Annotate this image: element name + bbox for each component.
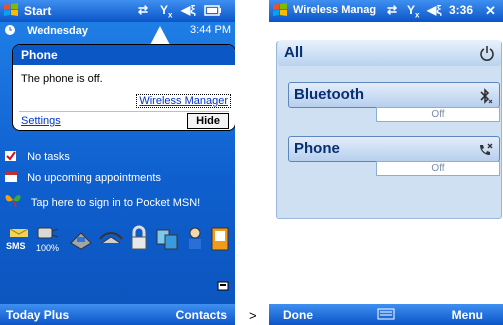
phone-icon[interactable] [182,225,208,255]
softkey-bar: Today Plus Contacts [0,304,235,325]
sms-icon[interactable]: SMS [6,225,32,255]
notification-divider [19,111,229,112]
transition-arrow: > [249,308,257,323]
appointments-row[interactable]: No upcoming appointments [4,171,231,184]
phone-button[interactable]: Phone [288,136,500,162]
keyboard-icon[interactable] [377,308,395,320]
close-icon[interactable]: ✕ [485,3,496,19]
notification-title: Phone [13,45,235,65]
wireless-manager-screen: Wireless Manag ⇄ Yx ◀ξ 3:36 ✕ All Blueto… [269,0,503,325]
battery-icon[interactable] [204,5,222,16]
tasks-icon [5,151,16,161]
tasks-label: No tasks [27,151,70,163]
status-icons-row: SMS 100% [6,225,230,259]
signal-off-icon[interactable]: Yx [407,3,419,19]
network-icon[interactable] [98,225,124,255]
phone-label: Phone [294,140,340,157]
title-bar: Start ⇄ Yx ◀ξ [0,0,235,22]
app-title[interactable]: Start [24,4,51,18]
volume-icon[interactable]: ◀ξ [181,3,196,17]
connectivity-icon[interactable]: ⇄ [387,3,397,17]
done-softkey[interactable]: Done [283,308,313,322]
phone-off-icon [480,143,493,155]
sync-icon[interactable] [154,225,180,255]
notification-message: The phone is off. [21,73,103,85]
sms-label: SMS [6,241,26,251]
clock-icon [5,25,15,35]
windows-start-icon[interactable] [272,2,288,18]
clock-time[interactable]: 3:36 [449,3,473,17]
battery-percent: 100% [36,243,60,253]
hide-button[interactable]: Hide [187,113,229,129]
phone-notification: Phone The phone is off. Wireless Manager… [12,44,235,131]
msn-butterfly-icon [5,194,21,207]
power-toggle-icon [480,46,494,61]
wireless-manager-link[interactable]: Wireless Manager [136,94,231,108]
title-bar: Wireless Manag ⇄ Yx ◀ξ 3:36 ✕ [269,0,503,22]
volume-icon[interactable]: ◀ξ [427,3,442,17]
input-panel-icon[interactable] [217,280,229,292]
date-row[interactable]: Wednesday 3:44 PM [4,24,231,37]
connectivity-icon[interactable]: ⇄ [138,3,148,17]
calendar-icon [5,172,17,182]
contacts-softkey[interactable]: Contacts [176,308,227,322]
notification-tail [150,26,170,45]
lock-icon[interactable] [126,225,152,255]
windows-start-icon[interactable] [3,2,19,18]
bluetooth-button[interactable]: Bluetooth [288,82,500,108]
media-icon[interactable] [208,225,234,255]
bluetooth-icon [480,88,493,104]
time-label: 3:44 PM [190,24,231,36]
tasks-row[interactable]: No tasks [4,150,231,163]
radio-panel [276,41,502,219]
all-label: All [284,44,304,61]
power-icon[interactable]: 100% [34,225,60,255]
bluetooth-label: Bluetooth [294,86,364,103]
softkey-bar: Done Menu [269,304,503,325]
day-label: Wednesday [27,25,88,37]
appointments-label: No upcoming appointments [27,172,161,184]
phone-state: Off [376,161,500,176]
signal-off-icon[interactable]: Yx [160,3,172,19]
app-title: Wireless Manag [293,4,377,16]
msn-label: Tap here to sign in to Pocket MSN! [30,197,201,209]
all-radios-button[interactable]: All [278,40,501,66]
msn-row[interactable]: Tap here to sign in to Pocket MSN! [4,192,231,209]
menu-softkey[interactable]: Menu [452,308,483,322]
bluetooth-state: Off [376,107,500,122]
today-plus-softkey[interactable]: Today Plus [6,308,69,322]
wifi-icon[interactable] [68,225,94,255]
settings-link[interactable]: Settings [21,115,61,127]
today-screen: Start ⇄ Yx ◀ξ Wednesday 3:44 PM Phone Th… [0,0,235,325]
